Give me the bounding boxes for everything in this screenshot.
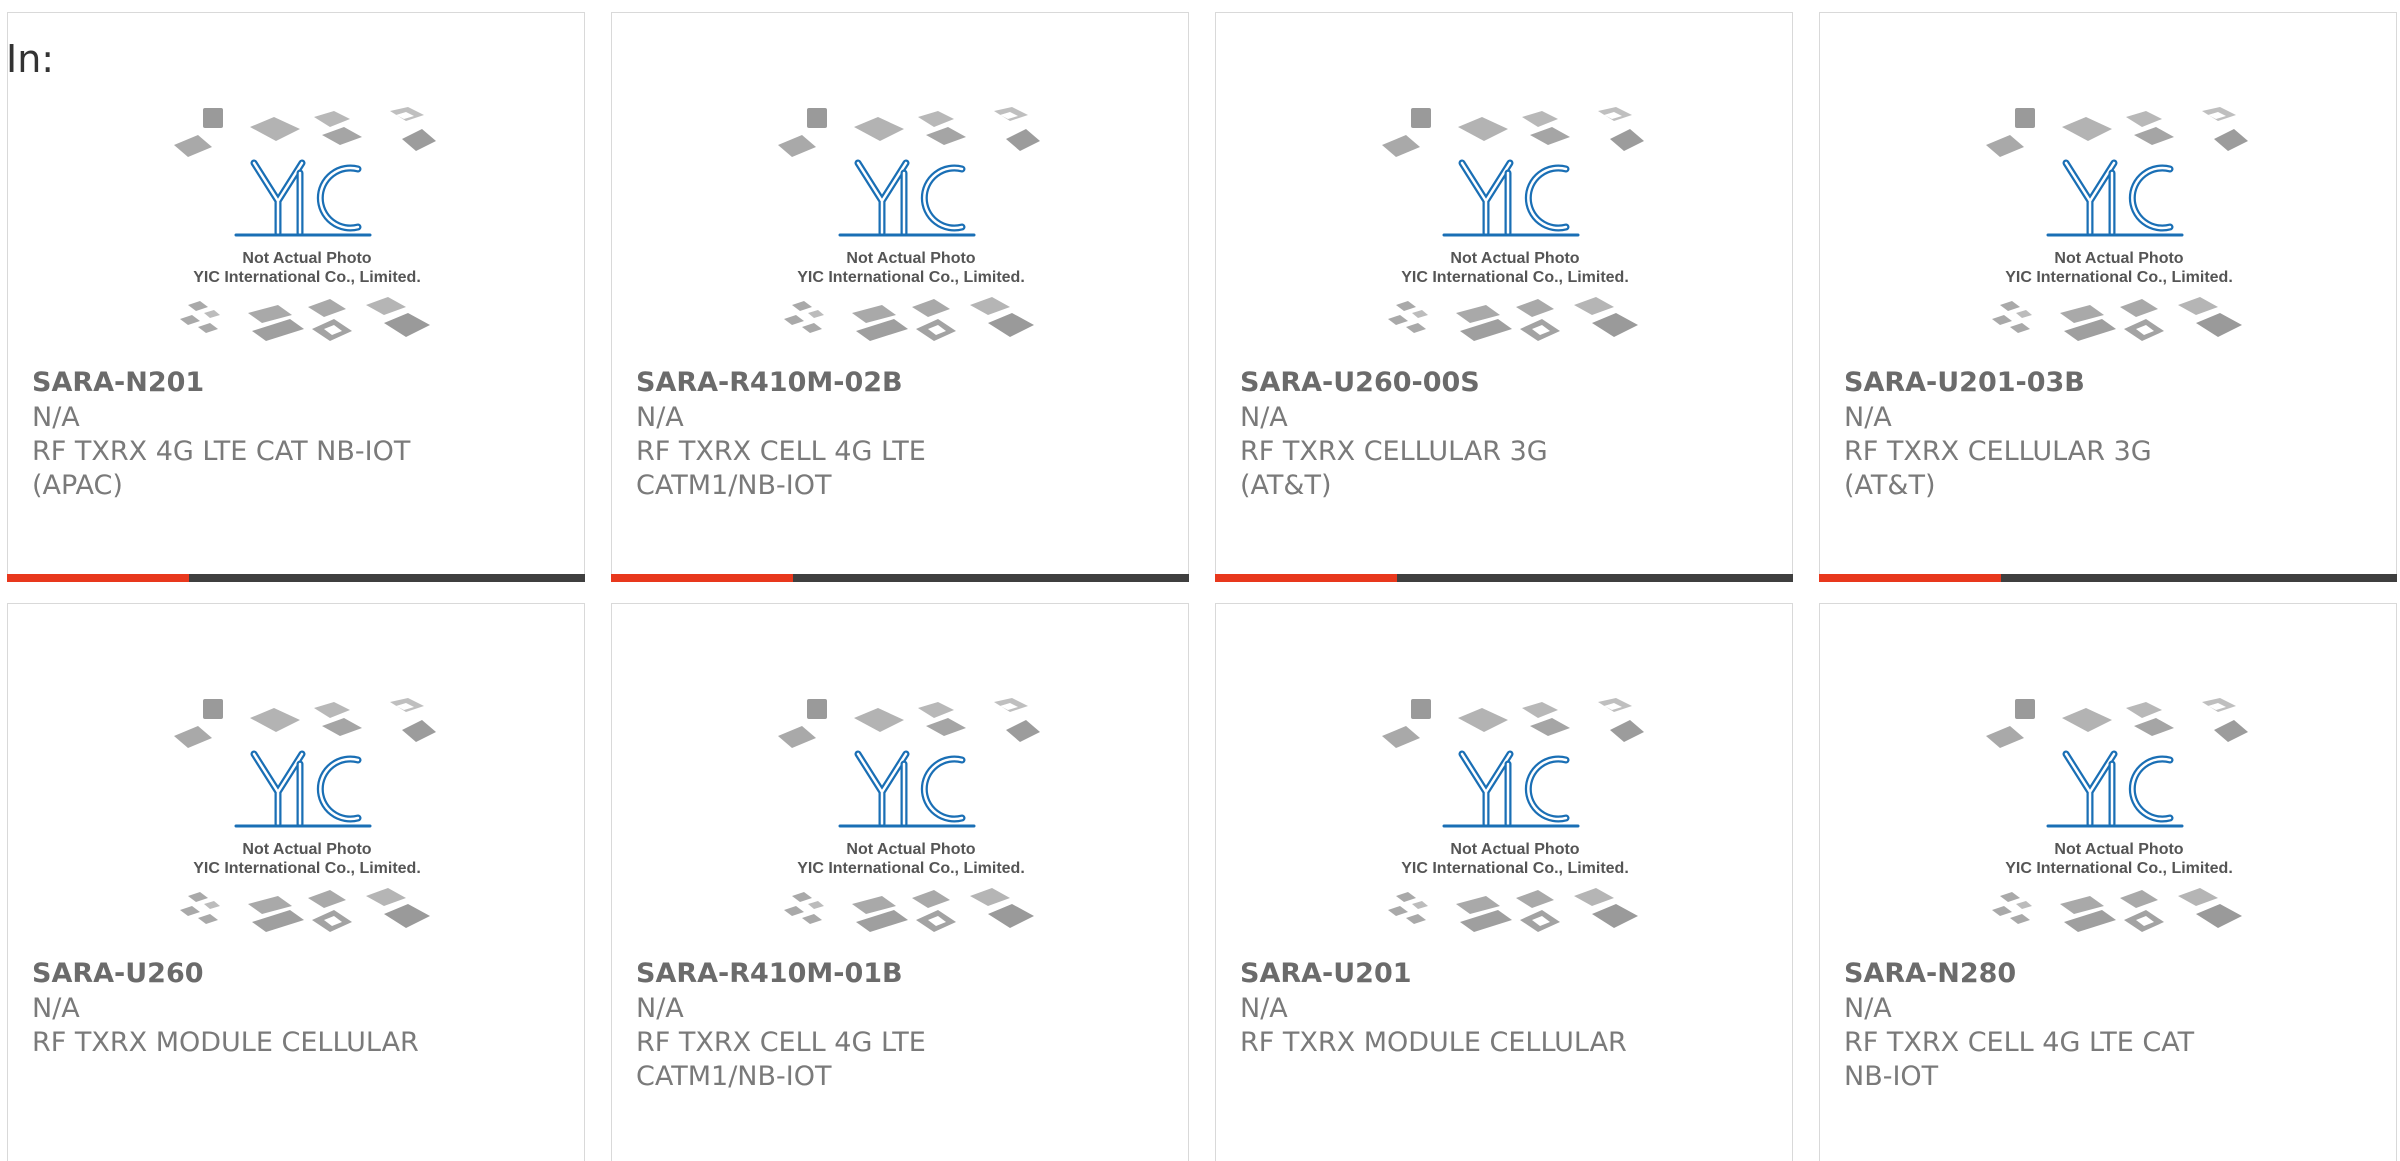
product-image-placeholder[interactable]: Not Actual Photo YIC International Co., … [174,105,440,355]
manufacturer: N/A [1844,993,1892,1024]
card-bottom-bar [611,574,1189,582]
product-card[interactable]: Not Actual Photo YIC International Co., … [611,12,1189,582]
product-card[interactable]: Not Actual Photo YIC International Co., … [7,603,585,1161]
product-grid-page: In: Not Actual Photo YIC International C… [0,0,2400,1161]
product-card[interactable]: Not Actual Photo YIC International Co., … [1215,12,1793,582]
card-bottom-bar [1215,574,1793,582]
product-card[interactable]: Not Actual Photo YIC International Co., … [1819,603,2397,1161]
card-accent-bar [7,574,189,582]
placeholder-caption-1: Not Actual Photo [846,250,975,267]
placeholder-caption-2: YIC International Co., Limited. [2005,269,2233,286]
product-image-placeholder[interactable]: Not Actual Photo YIC International Co., … [1382,696,1648,946]
chip-packages-icon: Not Actual Photo YIC International Co., … [1382,107,1644,341]
placeholder-caption-2: YIC International Co., Limited. [193,860,421,877]
placeholder-caption-2: YIC International Co., Limited. [1401,269,1629,286]
product-image-placeholder[interactable]: Not Actual Photo YIC International Co., … [1986,105,2252,355]
product-image-placeholder[interactable]: Not Actual Photo YIC International Co., … [174,696,440,946]
part-number[interactable]: SARA-R410M-02B [636,366,1156,400]
product-description: RF TXRX CELLULAR 3G (AT&T) [1844,436,2152,501]
product-description: RF TXRX CELL 4G LTE CATM1/NB-IOT [636,1027,926,1092]
manufacturer: N/A [1844,402,1892,433]
card-bottom-bar [1819,574,2397,582]
placeholder-caption-2: YIC International Co., Limited. [1401,860,1629,877]
chip-packages-icon: Not Actual Photo YIC International Co., … [778,698,1040,932]
product-description: RF TXRX MODULE CELLULAR [1240,1027,1627,1058]
product-description: RF TXRX CELL 4G LTE CAT NB-IOT [1844,1027,2195,1092]
chip-packages-icon: Not Actual Photo YIC International Co., … [1986,107,2248,341]
placeholder-caption-1: Not Actual Photo [242,841,371,858]
chip-packages-icon: Not Actual Photo YIC International Co., … [1986,698,2248,932]
card-accent-bar [611,574,793,582]
product-description: RF TXRX 4G LTE CAT NB-IOT (APAC) [32,436,411,501]
product-card[interactable]: Not Actual Photo YIC International Co., … [611,603,1189,1161]
product-description: RF TXRX CELL 4G LTE CATM1/NB-IOT [636,436,926,501]
part-number[interactable]: SARA-N280 [1844,957,2364,991]
placeholder-caption-2: YIC International Co., Limited. [797,269,1025,286]
placeholder-caption-1: Not Actual Photo [846,841,975,858]
part-number[interactable]: SARA-N201 [32,366,552,400]
chip-packages-icon: Not Actual Photo YIC International Co., … [174,698,436,932]
filter-label: In: [6,37,55,81]
placeholder-caption-1: Not Actual Photo [242,250,371,267]
product-image-placeholder[interactable]: Not Actual Photo YIC International Co., … [1382,105,1648,355]
placeholder-caption-2: YIC International Co., Limited. [193,269,421,286]
product-card[interactable]: Not Actual Photo YIC International Co., … [7,12,585,582]
chip-packages-icon: Not Actual Photo YIC International Co., … [174,107,436,341]
placeholder-caption-2: YIC International Co., Limited. [2005,860,2233,877]
chip-packages-icon: Not Actual Photo YIC International Co., … [1382,698,1644,932]
card-accent-bar [1819,574,2001,582]
part-number[interactable]: SARA-U260-00S [1240,366,1760,400]
placeholder-caption-1: Not Actual Photo [1450,250,1579,267]
manufacturer: N/A [32,993,80,1024]
manufacturer: N/A [1240,993,1288,1024]
chip-packages-icon: Not Actual Photo YIC International Co., … [778,107,1040,341]
product-image-placeholder[interactable]: Not Actual Photo YIC International Co., … [778,105,1044,355]
part-number[interactable]: SARA-R410M-01B [636,957,1156,991]
card-bottom-bar [7,574,585,582]
part-number[interactable]: SARA-U201-03B [1844,366,2364,400]
part-number[interactable]: SARA-U201 [1240,957,1760,991]
manufacturer: N/A [636,402,684,433]
manufacturer: N/A [1240,402,1288,433]
manufacturer: N/A [636,993,684,1024]
part-number[interactable]: SARA-U260 [32,957,552,991]
product-card[interactable]: Not Actual Photo YIC International Co., … [1215,603,1793,1161]
product-description: RF TXRX CELLULAR 3G (AT&T) [1240,436,1548,501]
placeholder-caption-1: Not Actual Photo [2054,841,2183,858]
product-description: RF TXRX MODULE CELLULAR [32,1027,419,1058]
manufacturer: N/A [32,402,80,433]
product-card[interactable]: Not Actual Photo YIC International Co., … [1819,12,2397,582]
placeholder-caption-1: Not Actual Photo [1450,841,1579,858]
product-image-placeholder[interactable]: Not Actual Photo YIC International Co., … [778,696,1044,946]
placeholder-caption-2: YIC International Co., Limited. [797,860,1025,877]
placeholder-caption-1: Not Actual Photo [2054,250,2183,267]
product-image-placeholder[interactable]: Not Actual Photo YIC International Co., … [1986,696,2252,946]
card-accent-bar [1215,574,1397,582]
